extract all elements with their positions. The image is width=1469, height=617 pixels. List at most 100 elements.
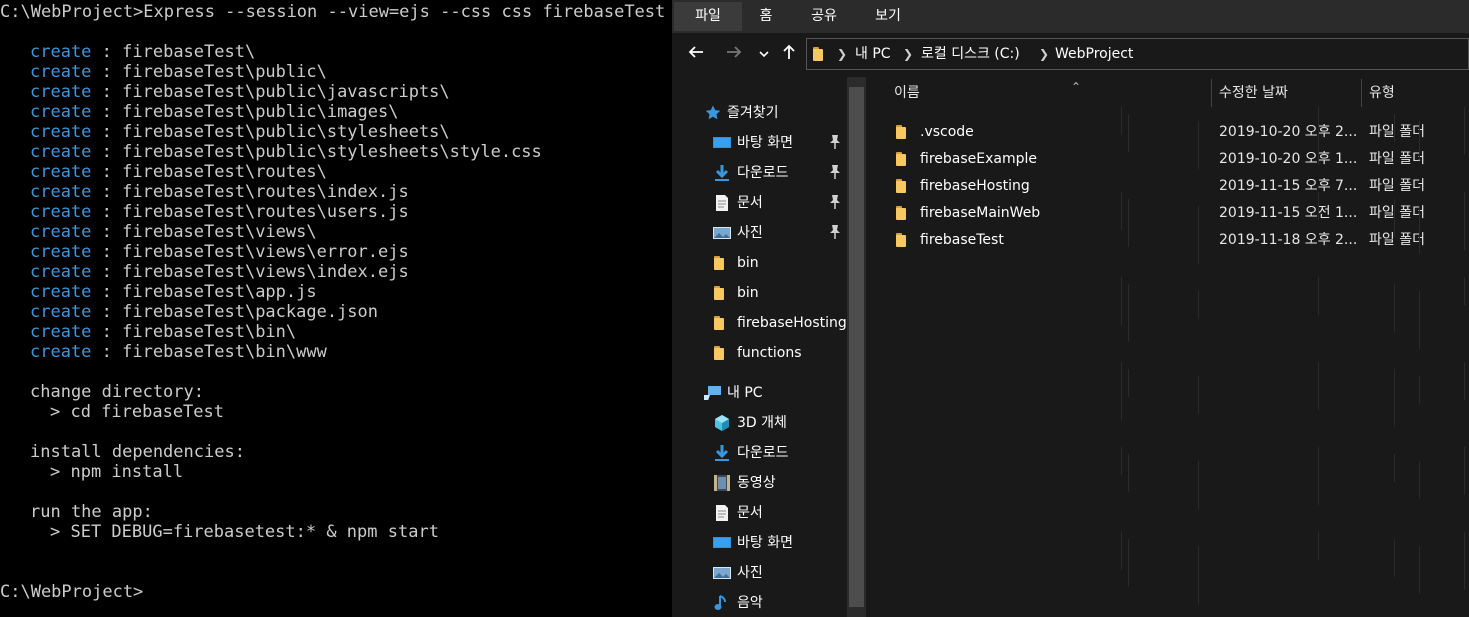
nav-item-label: 문서 [737, 505, 763, 521]
create-line: create : firebaseTest\public\stylesheets… [30, 142, 542, 162]
create-keyword: create [30, 102, 92, 122]
nav-item[interactable]: 사진 [672, 559, 847, 587]
file-name: firebaseExample [920, 151, 1037, 167]
nav-this-pc[interactable]: 내 PC [672, 379, 847, 407]
file-row[interactable]: firebaseTest 2019-11-18 오후 2... 파일 폴더 [866, 226, 1469, 253]
tab-file[interactable]: 파일 [674, 2, 742, 31]
render-streak [1198, 291, 1199, 319]
nav-item-label: functions [737, 345, 802, 361]
prompt-line[interactable]: C:\WebProject> [0, 582, 143, 602]
pin-icon[interactable] [828, 164, 842, 180]
file-row[interactable]: firebaseHosting 2019-11-15 오후 7... 파일 폴더 [866, 172, 1469, 199]
nav-item[interactable]: 문서 [672, 499, 847, 527]
created-path: firebaseTest\public\stylesheets\style.cs… [122, 142, 542, 162]
create-line: create : firebaseTest\public\ [30, 62, 327, 82]
nav-pane-scrollbar[interactable] [847, 77, 866, 617]
nav-item-label: bin [737, 285, 759, 301]
pin-icon[interactable] [828, 194, 842, 210]
nav-quick-access-label: 즐겨찾기 [727, 105, 779, 121]
column-divider[interactable] [1211, 79, 1212, 107]
breadcrumb-chevron-icon: ❯ [837, 47, 848, 61]
render-streak [1464, 192, 1465, 250]
nav-item-label: 바탕 화면 [737, 535, 793, 551]
nav-item[interactable]: bin [672, 249, 847, 277]
nav-item[interactable]: 바탕 화면 [672, 129, 847, 157]
change-dir-label: change directory: [30, 382, 204, 402]
create-line: create : firebaseTest\views\ [30, 222, 317, 242]
nav-item[interactable]: 3D 개체 [672, 409, 847, 437]
nav-item[interactable]: functions [672, 339, 847, 367]
create-separator: : [91, 282, 123, 302]
breadcrumb-this-pc[interactable]: 내 PC [855, 45, 891, 63]
file-modified: 2019-11-18 오후 2... [1219, 232, 1358, 248]
render-streak [1121, 362, 1122, 420]
breadcrumb-webproject[interactable]: WebProject [1055, 45, 1133, 63]
breadcrumb-local-disk[interactable]: 로컬 디스크 (C:) [921, 45, 1020, 63]
folder-icon [896, 152, 912, 166]
pin-icon[interactable] [828, 224, 842, 240]
create-line: create : firebaseTest\package.json [30, 302, 378, 322]
column-header-name[interactable]: ⌃ 이름 [894, 77, 1204, 109]
file-row[interactable]: firebaseMainWeb 2019-11-15 오전 1... 파일 폴더 [866, 199, 1469, 226]
create-separator: : [91, 42, 123, 62]
created-path: firebaseTest\package.json [122, 302, 379, 322]
create-line: create : firebaseTest\routes\ [30, 162, 327, 182]
folder-icon [714, 256, 730, 270]
column-header-modified[interactable]: 수정한 날짜 [1219, 77, 1359, 109]
download-icon [713, 444, 731, 462]
column-header-type[interactable]: 유형 [1369, 77, 1464, 109]
render-streak [1128, 454, 1129, 492]
back-button[interactable] [684, 43, 708, 67]
nav-item-label: firebaseHosting [737, 315, 847, 331]
nav-this-pc-label: 내 PC [727, 385, 763, 401]
nav-item[interactable]: 사진 [672, 219, 847, 247]
breadcrumb-chevron-icon: ❯ [903, 47, 914, 61]
ribbon-tabs: 파일 홈 공유 보기 [672, 0, 1469, 33]
create-separator: : [91, 182, 123, 202]
create-line: create : firebaseTest\public\images\ [30, 102, 398, 122]
nav-item[interactable]: bin [672, 279, 847, 307]
render-streak [1128, 539, 1129, 587]
tab-view[interactable]: 보기 [868, 2, 908, 31]
nav-item-label: 3D 개체 [737, 415, 787, 431]
recent-locations-button[interactable] [752, 43, 776, 67]
file-row[interactable]: firebaseExample 2019-10-20 오후 1... 파일 폴더 [866, 145, 1469, 172]
nav-item[interactable]: 다운로드 [672, 159, 847, 187]
render-streak [1318, 107, 1319, 165]
nav-item[interactable]: 다운로드 [672, 439, 847, 467]
nav-item[interactable]: 문서 [672, 189, 847, 217]
address-bar[interactable]: ❯ 내 PC ❯ 로컬 디스크 (C:) ❯ WebProject [806, 38, 1469, 70]
run-command: > SET DEBUG=firebasetest:* & npm start [50, 522, 439, 542]
nav-item[interactable]: 바탕 화면 [672, 529, 847, 557]
nav-item-label: 사진 [737, 565, 763, 581]
folder-icon [896, 179, 912, 193]
render-streak [1128, 369, 1129, 397]
render-streak [1464, 277, 1465, 305]
terminal-window[interactable]: C:\WebProject>Express --session --view=e… [0, 0, 672, 617]
create-keyword: create [30, 202, 92, 222]
up-button[interactable] [777, 43, 801, 67]
nav-item[interactable]: 동영상 [672, 469, 847, 497]
pin-icon[interactable] [828, 134, 842, 150]
nav-item[interactable]: 음악 [672, 589, 847, 617]
tab-share[interactable]: 공유 [804, 2, 844, 31]
render-streak [1198, 461, 1199, 509]
folder-icon [714, 286, 730, 300]
create-keyword: create [30, 82, 92, 102]
tab-home[interactable]: 홈 [750, 2, 782, 31]
column-divider[interactable] [1361, 79, 1362, 107]
create-separator: : [91, 82, 123, 102]
sort-up-icon: ⌃ [1071, 80, 1082, 94]
forward-button[interactable] [722, 43, 746, 67]
created-path: firebaseTest\public\stylesheets\ [122, 122, 450, 142]
install-label: install dependencies: [30, 442, 245, 462]
desktop-icon [713, 134, 731, 152]
file-row[interactable]: .vscode 2019-10-20 오후 2... 파일 폴더 [866, 118, 1469, 145]
nav-item[interactable]: firebaseHosting [672, 309, 847, 337]
created-path: firebaseTest\public\javascripts\ [122, 82, 450, 102]
nav-quick-access[interactable]: 즐겨찾기 [672, 99, 847, 127]
create-line: create : firebaseTest\public\stylesheets… [30, 122, 450, 142]
render-streak [1121, 192, 1122, 230]
file-type: 파일 폴더 [1369, 232, 1425, 248]
scrollbar-thumb[interactable] [849, 87, 864, 607]
